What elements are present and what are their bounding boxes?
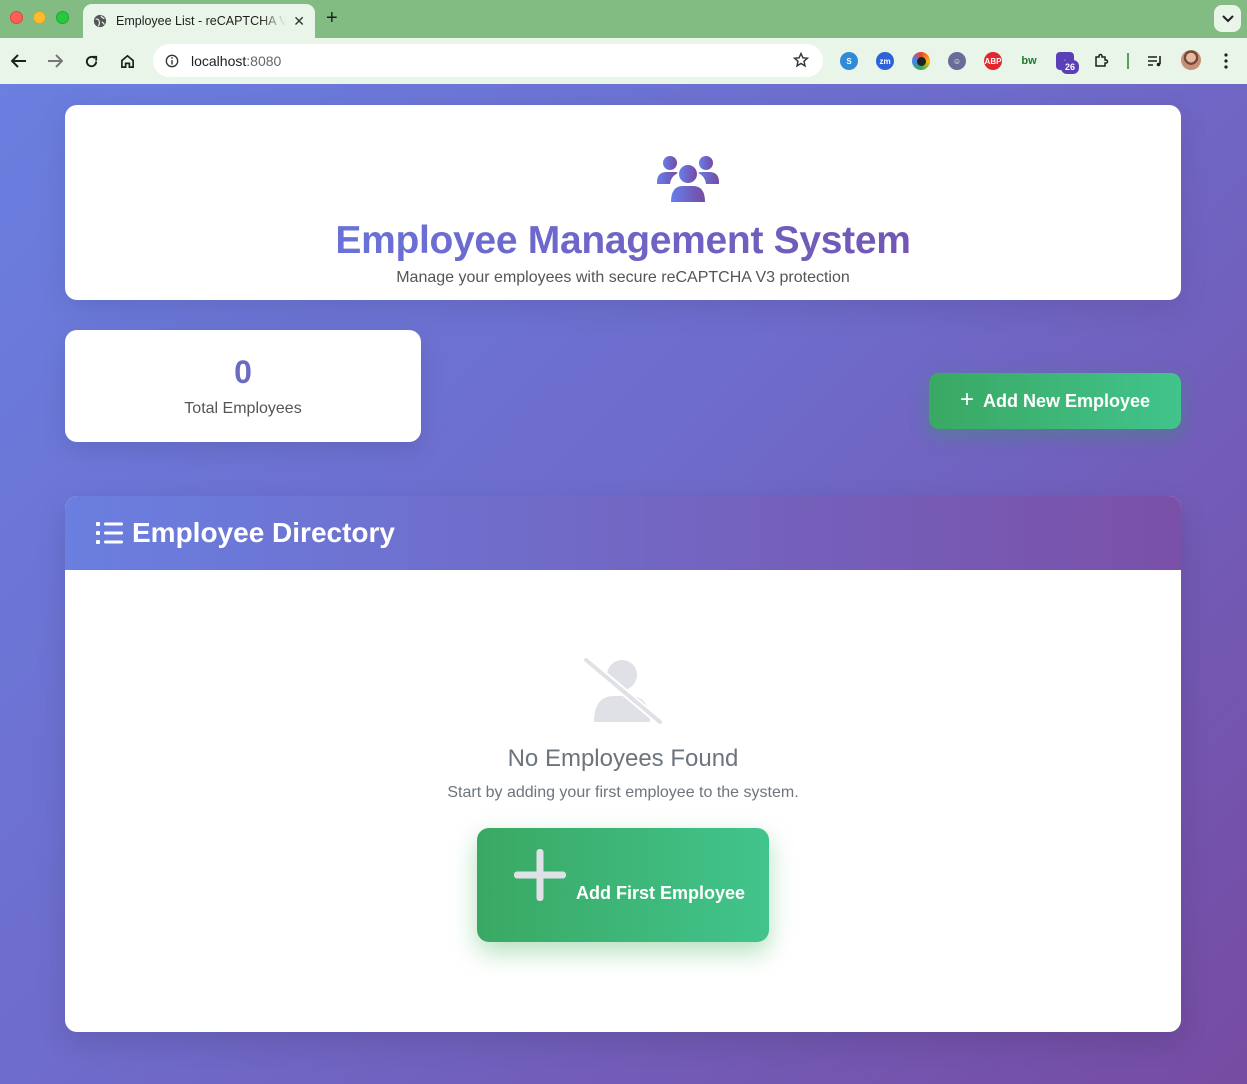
arrow-right-icon: [48, 54, 63, 68]
home-button[interactable]: [116, 50, 138, 72]
arrow-left-icon: [11, 54, 26, 68]
url-text: localhost:8080: [191, 52, 282, 69]
extension-adblock-icon[interactable]: ABP: [984, 52, 1002, 70]
add-new-employee-button[interactable]: + Add New Employee: [929, 373, 1181, 429]
window-close-button[interactable]: [10, 11, 23, 24]
home-icon: [120, 54, 134, 68]
employee-directory-panel: Employee Directory No Employees Found St…: [65, 496, 1181, 1032]
reload-icon: [85, 55, 97, 67]
users-icon: [657, 156, 719, 202]
page-title: Employee Management System: [65, 219, 1181, 263]
window-minimize-button[interactable]: [33, 11, 46, 24]
add-first-employee-button[interactable]: Add First Employee: [477, 828, 769, 942]
tab-title: Employee List - reCAPTCHA V3: [116, 14, 286, 28]
extension-badge: 26: [1061, 60, 1079, 74]
back-button[interactable]: [8, 50, 30, 72]
site-info-icon[interactable]: [165, 54, 179, 68]
total-employees-value: 0: [234, 354, 252, 390]
extension-bw-icon[interactable]: bw: [1020, 52, 1038, 70]
page-subtitle: Manage your employees with secure reCAPT…: [396, 269, 850, 286]
chevron-down-icon: [1221, 14, 1234, 22]
tab-close-icon[interactable]: ✕: [293, 13, 305, 30]
empty-state-description: Start by adding your first employee to t…: [447, 784, 799, 801]
header-card: Employee Management System Manage your e…: [65, 105, 1181, 300]
profile-avatar[interactable]: [1181, 50, 1201, 70]
total-employees-label: Total Employees: [184, 400, 302, 417]
list-icon: [96, 522, 123, 544]
media-controls-icon[interactable]: [1146, 52, 1164, 70]
tab-search-button[interactable]: [1214, 5, 1241, 32]
globe-icon: [93, 14, 107, 28]
extension-zoom-icon[interactable]: zm: [876, 52, 894, 70]
add-new-employee-label: Add New Employee: [982, 390, 1151, 411]
total-employees-card: 0 Total Employees: [65, 330, 421, 442]
forward-button[interactable]: [44, 50, 66, 72]
employee-directory-title: Employee Directory: [132, 517, 395, 548]
plus-icon: +: [959, 386, 974, 413]
add-first-employee-label: Add First Employee: [576, 883, 746, 903]
user-slash-icon: [583, 658, 663, 724]
extension-swirl-icon[interactable]: S: [840, 52, 858, 70]
empty-state-title: No Employees Found: [507, 745, 739, 772]
browser-titlebar: Employee List - reCAPTCHA V3 ✕ +: [0, 0, 1247, 38]
page-viewport: Employee Management System Manage your e…: [0, 84, 1247, 1084]
employee-directory-header: Employee Directory: [65, 496, 1181, 570]
extensions-puzzle-icon[interactable]: [1092, 52, 1110, 70]
window-zoom-button[interactable]: [56, 11, 69, 24]
extension-color-icon[interactable]: [912, 52, 930, 70]
toolbar-separator: [1127, 53, 1129, 69]
extension-face-icon[interactable]: ☺: [948, 52, 966, 70]
browser-toolbar: localhost:8080 S zm ☺ ABP bw ▲ 26: [0, 38, 1247, 84]
plus-icon: [514, 849, 566, 901]
browser-tab-active[interactable]: Employee List - reCAPTCHA V3 ✕: [83, 4, 315, 38]
reload-button[interactable]: [80, 50, 102, 72]
browser-menu-icon[interactable]: [1217, 52, 1235, 70]
empty-state: No Employees Found Start by adding your …: [65, 570, 1181, 1032]
new-tab-button[interactable]: +: [326, 8, 338, 28]
address-bar[interactable]: localhost:8080: [153, 44, 823, 77]
bookmark-star-icon[interactable]: [793, 52, 809, 68]
